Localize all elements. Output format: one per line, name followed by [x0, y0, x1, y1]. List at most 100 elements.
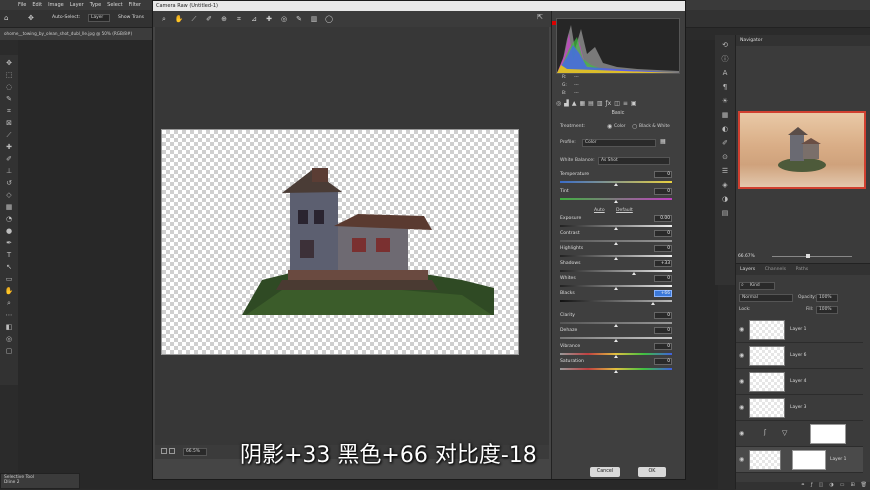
slider-value-field[interactable]: 0: [654, 312, 672, 319]
slider-value-field[interactable]: 0: [654, 171, 672, 178]
slider-handle[interactable]: [614, 324, 618, 327]
clipping-warning-icon[interactable]: [552, 21, 556, 25]
color-swatch-icon[interactable]: ◧: [4, 323, 14, 332]
history-brush-icon[interactable]: ↺: [4, 179, 14, 188]
screen-mode-icon[interactable]: ▢: [4, 347, 14, 356]
slider-track[interactable]: [560, 270, 672, 272]
layer-row[interactable]: ◉ Layer 4: [736, 369, 863, 395]
slider-handle[interactable]: [614, 227, 618, 230]
gradient-icon[interactable]: ▦: [4, 203, 14, 212]
slider-handle[interactable]: [614, 287, 618, 290]
properties-icon[interactable]: ☰: [720, 167, 730, 176]
blur-icon[interactable]: ◔: [4, 215, 14, 224]
tab-layers[interactable]: Layers: [736, 264, 759, 275]
brush-icon[interactable]: ✐: [4, 155, 14, 164]
lens-tab-icon[interactable]: ▥: [597, 100, 603, 109]
menu-file[interactable]: File: [18, 2, 26, 8]
auto-link[interactable]: Auto: [594, 208, 605, 213]
cancel-button[interactable]: Cancel: [590, 467, 620, 477]
character-icon[interactable]: A: [720, 69, 730, 78]
hand-icon[interactable]: ✋: [4, 287, 14, 296]
transparent-canvas[interactable]: [161, 129, 519, 355]
autoselect-dropdown[interactable]: Layer: [88, 14, 110, 22]
color-radio-icon[interactable]: ◉: [607, 123, 612, 130]
slider-handle[interactable]: [614, 339, 618, 342]
layer-mask-thumbnail[interactable]: [810, 424, 846, 444]
navigator-zoom[interactable]: 66.67%: [738, 254, 755, 259]
kind-filter[interactable]: Kind: [739, 282, 775, 290]
slider-dehaze[interactable]: Dehaze 0: [560, 327, 672, 343]
slider-handle[interactable]: [631, 272, 636, 275]
detail-tab-icon[interactable]: ▲: [572, 100, 577, 109]
slider-blacks[interactable]: Blacks +66: [560, 290, 672, 306]
slider-value-field[interactable]: +33: [654, 260, 672, 267]
zoom-tool-icon[interactable]: ⌕: [159, 15, 169, 24]
layer-mask-thumbnail[interactable]: [792, 450, 826, 470]
zoom-out-icon[interactable]: [161, 448, 167, 454]
layer-row[interactable]: ◉ Layer 6: [736, 343, 863, 369]
zoom-level-dropdown[interactable]: 66.5%: [183, 448, 207, 456]
brush-settings-icon[interactable]: ✐: [720, 139, 730, 148]
profile-dropdown[interactable]: Color: [582, 139, 656, 147]
navigator-zoom-handle[interactable]: [806, 254, 810, 258]
slider-saturation[interactable]: Saturation 0: [560, 358, 672, 374]
move-tool-icon[interactable]: ✥: [28, 14, 34, 22]
spot-removal-icon[interactable]: ✚: [264, 15, 274, 23]
color-icon[interactable]: ◐: [720, 125, 730, 134]
effects-tab-icon[interactable]: ƒx: [606, 100, 612, 109]
hand-tool-icon[interactable]: ✋: [174, 15, 184, 23]
presets-tab-icon[interactable]: ≡: [623, 100, 628, 109]
targeted-adjust-icon[interactable]: ⊕: [219, 15, 229, 23]
type-icon[interactable]: T: [4, 251, 14, 260]
slider-value-field[interactable]: 0: [654, 275, 672, 282]
navigator-zoom-slider[interactable]: [772, 256, 852, 257]
navigator-tab[interactable]: Navigator: [736, 35, 766, 46]
path-select-icon[interactable]: ↖: [4, 263, 14, 272]
swatches-icon[interactable]: ▦: [720, 111, 730, 120]
slider-handle[interactable]: [614, 183, 618, 186]
calibration-tab-icon[interactable]: ◫: [614, 100, 620, 109]
color-sampler-icon[interactable]: ✐: [204, 15, 214, 23]
visibility-eye-icon[interactable]: ◉: [739, 378, 744, 385]
blend-mode-dropdown[interactable]: Normal: [739, 294, 793, 302]
autoselect-label[interactable]: Auto-Select:: [52, 15, 80, 20]
navigator-preview[interactable]: [738, 111, 866, 189]
slider-vibrance[interactable]: Vibrance 0: [560, 343, 672, 359]
zoom-in-icon[interactable]: [169, 448, 175, 454]
healing-icon[interactable]: ✚: [4, 143, 14, 152]
slider-handle[interactable]: [614, 355, 618, 358]
layer-row[interactable]: ◉ Layer 1: [736, 317, 863, 343]
selective-tool-value[interactable]: Dline 2: [4, 480, 76, 485]
bw-radio-icon[interactable]: ○: [632, 123, 637, 130]
layer-row[interactable]: ◉ Layer 3: [736, 395, 863, 421]
red-eye-icon[interactable]: ◎: [279, 15, 289, 23]
clone-source-icon[interactable]: ⊙: [720, 153, 730, 162]
marquee-icon[interactable]: ⬚: [4, 71, 14, 80]
quick-mask-icon[interactable]: ◎: [4, 335, 14, 344]
visibility-eye-icon[interactable]: ◉: [739, 352, 744, 359]
paragraph-icon[interactable]: ¶: [720, 83, 730, 92]
slider-value-field[interactable]: 0: [654, 188, 672, 195]
slider-value-field[interactable]: 0.00: [654, 215, 672, 222]
slider-shadows[interactable]: Shadows +33: [560, 260, 672, 276]
slider-clarity[interactable]: Clarity 0: [560, 312, 672, 328]
tab-paths[interactable]: Paths: [792, 264, 813, 275]
slider-value-field[interactable]: 0: [654, 245, 672, 252]
lasso-icon[interactable]: ◌: [4, 83, 14, 92]
quick-select-icon[interactable]: ✎: [4, 95, 14, 104]
visibility-eye-icon[interactable]: ◉: [739, 404, 744, 411]
visibility-eye-icon[interactable]: ◉: [739, 430, 744, 437]
white-balance-tool-icon[interactable]: ⟋: [189, 15, 199, 24]
zoom-icon[interactable]: ⌕: [4, 299, 14, 308]
graduated-filter-icon[interactable]: ▥: [309, 15, 319, 23]
info-icon[interactable]: ⓘ: [720, 55, 730, 64]
crop-icon[interactable]: ⌗: [4, 107, 14, 116]
slider-handle[interactable]: [614, 370, 618, 373]
fill-field[interactable]: 100%: [816, 306, 838, 314]
slider-track[interactable]: [560, 300, 672, 302]
ok-button[interactable]: OK: [638, 467, 666, 477]
show-transform-label[interactable]: Show Trans: [118, 15, 144, 20]
crop-tool-icon[interactable]: ⌗: [234, 15, 244, 24]
tone-curve-tab-icon[interactable]: ▟: [564, 100, 569, 109]
adjustments-icon[interactable]: ◑: [720, 195, 730, 204]
